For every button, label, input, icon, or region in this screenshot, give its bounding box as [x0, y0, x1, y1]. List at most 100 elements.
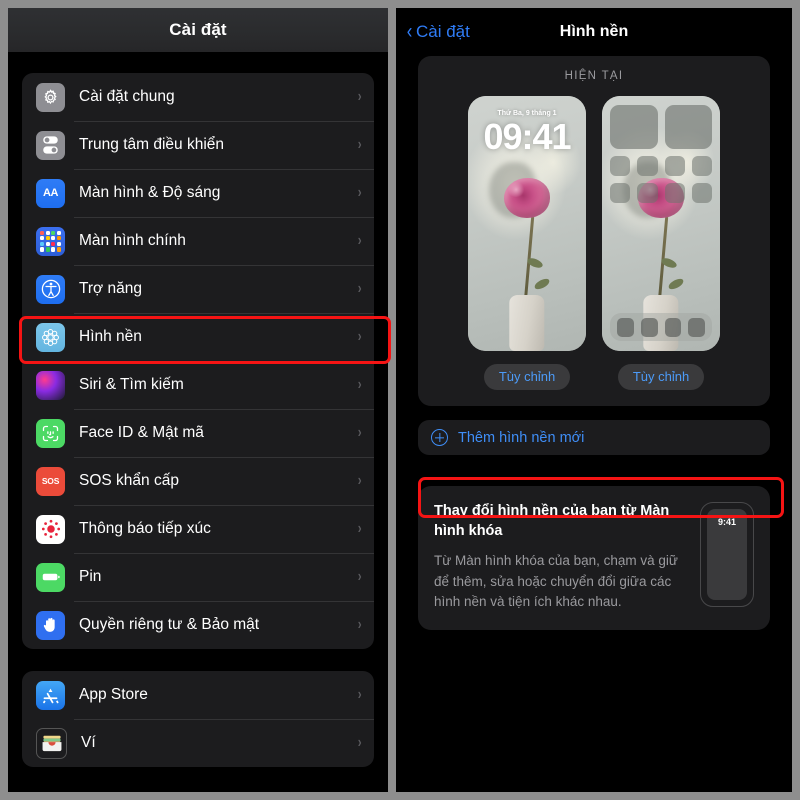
chevron-right-icon: › — [357, 520, 362, 537]
dock — [610, 313, 712, 341]
plus-circle-icon — [431, 429, 448, 447]
sidebar-item-privacy-security[interactable]: Quyền riêng tư & Bảo mật › — [22, 601, 374, 649]
sos-icon: SOS — [36, 466, 65, 496]
gear-icon — [36, 82, 65, 112]
sidebar-item-label: Trợ năng — [79, 280, 143, 297]
sidebar-item-home-screen[interactable]: Màn hình chính › — [22, 217, 374, 265]
sidebar-item-label: Cài đặt chung — [79, 88, 175, 105]
chevron-right-icon: › — [357, 184, 362, 201]
chevron-left-icon: ‹ — [406, 20, 413, 43]
display-brightness-icon: AA — [36, 178, 65, 208]
current-wallpaper-card: HIỆN TẠI Thứ Ba, 9 tháng 1 09:41 Tùy chỉ… — [418, 56, 770, 407]
widget-row — [610, 105, 712, 149]
back-button[interactable]: ‹ Cài đặt — [406, 8, 470, 56]
mini-phone-screen: 9:41 — [707, 509, 747, 601]
chevron-right-icon: › — [357, 136, 362, 153]
chevron-right-icon: › — [357, 328, 362, 345]
sidebar-item-label: Pin — [79, 568, 102, 585]
sidebar-item-wallet[interactable]: Ví › — [22, 719, 374, 767]
sidebar-item-battery[interactable]: Pin › — [22, 553, 374, 601]
settings-group-main: Cài đặt chung › Trung tâm điều khiển › A… — [22, 73, 374, 649]
vase-shape — [509, 294, 545, 351]
left-navbar: Cài đặt — [8, 8, 388, 52]
chevron-right-icon: › — [357, 568, 362, 585]
sidebar-item-label: Face ID & Mật mã — [79, 424, 204, 441]
chevron-right-icon: › — [357, 232, 362, 249]
page-title: Hình nền — [559, 23, 629, 40]
chevron-right-icon: › — [357, 734, 362, 751]
sos-glyph: SOS — [41, 476, 60, 486]
siri-icon — [36, 370, 65, 400]
aa-glyph: AA — [43, 187, 58, 199]
lock-screen-preview[interactable]: Thứ Ba, 9 tháng 1 09:41 — [468, 96, 586, 351]
sidebar-item-app-store[interactable]: App Store › — [22, 671, 374, 719]
home-screen-preview-col: Tùy chỉnh — [602, 96, 720, 391]
home-screen-icon — [36, 226, 65, 256]
customize-home-button[interactable]: Tùy chỉnh — [617, 364, 705, 391]
sidebar-item-face-id-passcode[interactable]: Face ID & Mật mã › — [22, 409, 374, 457]
screenshot-root: Cài đặt Cài đặt chung › Trung tâm điều k… — [0, 0, 800, 800]
page-title: Cài đặt — [169, 20, 227, 39]
lock-screen-time: 09:41 — [483, 116, 571, 157]
wallpaper-icon — [36, 322, 65, 352]
app-store-icon — [36, 680, 65, 710]
sidebar-item-label: Ví — [81, 734, 96, 751]
sidebar-item-label: Thông báo tiếp xúc — [79, 520, 211, 537]
flower-leaf — [533, 276, 551, 291]
sidebar-item-label: SOS khẩn cấp — [79, 472, 179, 489]
info-card-body: Từ Màn hình khóa của bạn, chạm và giữ để… — [434, 553, 678, 609]
settings-list-pane: Cài đặt Cài đặt chung › Trung tâm điều k… — [8, 8, 388, 792]
sidebar-item-siri-search[interactable]: Siri & Tìm kiếm › — [22, 361, 374, 409]
add-new-wallpaper-label: Thêm hình nền mới — [458, 429, 585, 446]
sidebar-item-label: Hình nền — [79, 328, 142, 345]
sidebar-item-exposure-notifications[interactable]: Thông báo tiếp xúc › — [22, 505, 374, 553]
sidebar-item-general[interactable]: Cài đặt chung › — [22, 73, 374, 121]
chevron-right-icon: › — [357, 616, 362, 633]
privacy-hand-icon — [36, 610, 65, 640]
sidebar-item-accessibility[interactable]: Trợ năng › — [22, 265, 374, 313]
chevron-right-icon: › — [357, 376, 362, 393]
face-id-icon — [36, 418, 65, 448]
sidebar-item-label: Trung tâm điều khiển — [79, 136, 225, 153]
flower-bloom — [504, 178, 550, 218]
sidebar-item-label: Siri & Tìm kiếm — [79, 376, 184, 393]
accessibility-icon — [36, 274, 65, 304]
sidebar-item-label: Màn hình & Độ sáng — [79, 184, 221, 201]
sidebar-item-label: Màn hình chính — [79, 232, 186, 249]
sidebar-item-display-brightness[interactable]: AA Màn hình & Độ sáng › — [22, 169, 374, 217]
settings-scroll-area[interactable]: Cài đặt chung › Trung tâm điều khiển › A… — [8, 52, 388, 792]
sidebar-item-wallpaper[interactable]: Hình nền › — [22, 313, 374, 361]
chevron-right-icon: › — [357, 686, 362, 703]
chevron-right-icon: › — [357, 472, 362, 489]
wallpaper-detail-pane: ‹ Cài đặt Hình nền HIỆN TẠI Thứ Ba, 9 th… — [396, 8, 792, 792]
sidebar-item-label: App Store — [79, 686, 148, 703]
section-header-current: HIỆN TẠI — [564, 70, 624, 82]
chevron-right-icon: › — [357, 88, 362, 105]
sidebar-item-label: Quyền riêng tư & Bảo mật — [79, 616, 260, 633]
app-grid-dots — [36, 227, 65, 256]
wallpaper-content: HIỆN TẠI Thứ Ba, 9 tháng 1 09:41 Tùy chỉ… — [396, 56, 792, 631]
right-navbar: ‹ Cài đặt Hình nền — [396, 8, 792, 56]
mini-phone-illustration: 9:41 — [700, 502, 754, 608]
home-screen-overlay — [602, 96, 720, 351]
mini-phone-time: 9:41 — [717, 517, 736, 528]
info-card: Thay đổi hình nền của bạn từ Màn hình kh… — [418, 486, 770, 631]
exposure-notification-icon — [36, 514, 65, 544]
battery-icon — [36, 562, 65, 592]
settings-group-store: App Store › Ví › — [22, 671, 374, 767]
info-card-text: Thay đổi hình nền của bạn từ Màn hình kh… — [434, 502, 688, 612]
chevron-right-icon: › — [357, 280, 362, 297]
home-screen-preview[interactable] — [602, 96, 720, 351]
wallet-icon — [36, 727, 67, 759]
sidebar-item-emergency-sos[interactable]: SOS SOS khẩn cấp › — [22, 457, 374, 505]
back-button-label: Cài đặt — [416, 22, 470, 41]
chevron-right-icon: › — [357, 424, 362, 441]
lock-screen-preview-col: Thứ Ba, 9 tháng 1 09:41 Tùy chỉnh — [468, 96, 586, 391]
add-new-wallpaper-button[interactable]: Thêm hình nền mới — [418, 420, 770, 456]
app-icon-grid — [610, 156, 712, 203]
wallpaper-previews: Thứ Ba, 9 tháng 1 09:41 Tùy chỉnh Tùy ch… — [418, 96, 770, 391]
customize-lock-button[interactable]: Tùy chỉnh — [483, 364, 571, 391]
info-card-title: Thay đổi hình nền của bạn từ Màn hình kh… — [434, 503, 670, 539]
control-center-icon — [36, 130, 65, 160]
sidebar-item-control-center[interactable]: Trung tâm điều khiển › — [22, 121, 374, 169]
